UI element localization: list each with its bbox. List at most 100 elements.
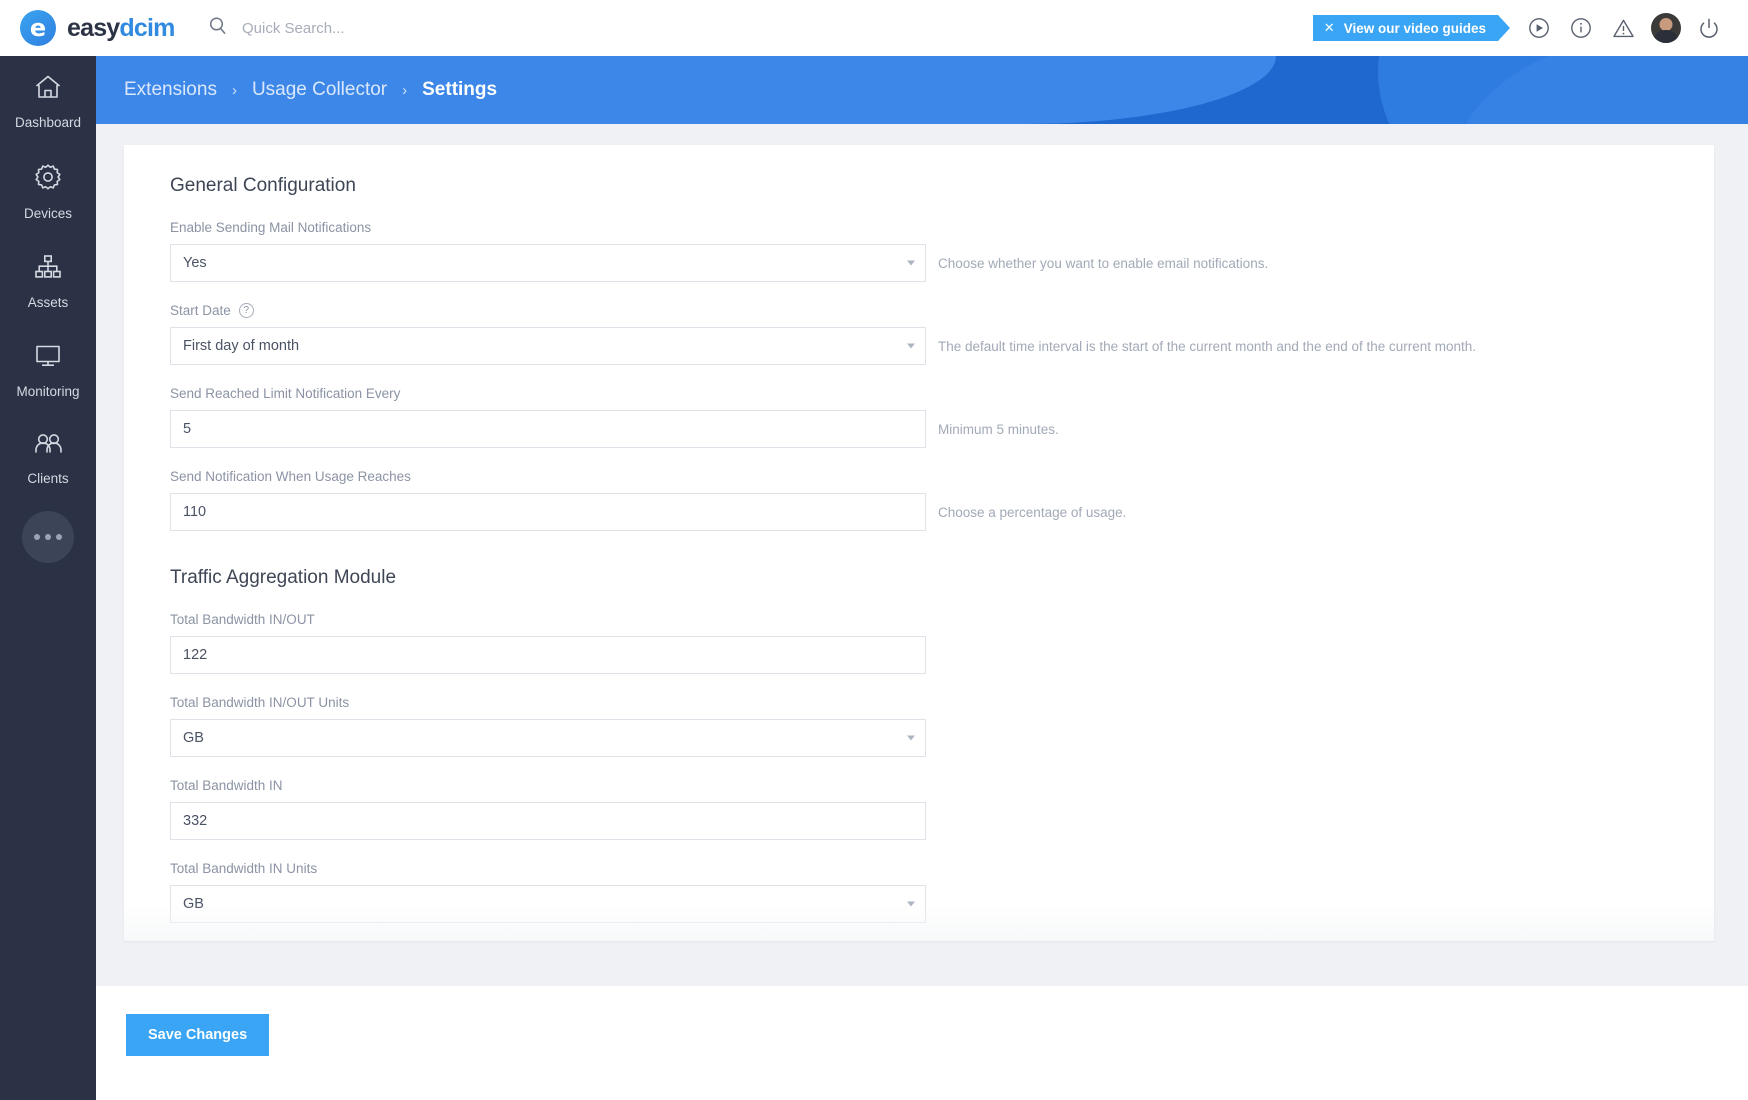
field-total-bandwidth-inout-units: Total Bandwidth IN/OUT Units GB [170, 695, 1714, 757]
field-hint: Choose a percentage of usage. [938, 504, 1127, 520]
reached-limit-interval-input[interactable]: 5 [170, 410, 926, 448]
sidebar-item-monitoring[interactable]: Monitoring [0, 325, 96, 414]
field-label: Total Bandwidth IN/OUT [170, 612, 1714, 627]
breadcrumb-item-usage-collector[interactable]: Usage Collector [252, 79, 387, 101]
field-hint: Choose whether you want to enable email … [938, 255, 1269, 271]
chevron-down-icon [907, 260, 915, 266]
video-guides-label: View our video guides [1343, 20, 1486, 36]
select-value: GB [183, 730, 204, 746]
field-label: Enable Sending Mail Notifications [170, 220, 1714, 235]
sidebar-item-label: Clients [27, 471, 69, 486]
sidebar-more-button[interactable] [22, 511, 74, 563]
settings-card: General Configuration Enable Sending Mai… [124, 145, 1714, 941]
more-dots-icon [56, 534, 62, 540]
home-icon [33, 73, 63, 106]
chevron-right-icon: › [231, 81, 237, 99]
field-label: Total Bandwidth IN/OUT Units [170, 695, 1714, 710]
field-label-text: Total Bandwidth IN/OUT Units [170, 695, 350, 710]
page-header-band: Extensions › Usage Collector › Settings [96, 56, 1748, 124]
input-value: 5 [183, 421, 192, 437]
sidebar-item-label: Dashboard [14, 115, 82, 130]
field-label-text: Send Reached Limit Notification Every [170, 386, 401, 401]
section-title-general: General Configuration [170, 175, 356, 196]
section-title-traffic-aggregation: Traffic Aggregation Module [170, 567, 397, 588]
info-circle-icon[interactable] [1560, 7, 1602, 49]
select-value: First day of month [183, 338, 300, 354]
sidebar-item-label: Assets [27, 295, 69, 310]
breadcrumb-item-settings: Settings [422, 79, 498, 100]
brand-wordmark: easydcim [67, 14, 175, 43]
help-circle-icon[interactable]: ? [238, 303, 254, 318]
top-bar-actions: ✕ View our video guides [1312, 7, 1748, 49]
sidebar-item-label: Devices [23, 206, 72, 221]
field-hint: Minimum 5 minutes. [938, 421, 1059, 437]
warning-triangle-icon[interactable] [1602, 7, 1644, 49]
field-label: Send Notification When Usage Reaches [170, 469, 1714, 484]
avatar[interactable] [1651, 13, 1681, 43]
total-bandwidth-inout-input[interactable]: 122 [170, 636, 926, 674]
total-bandwidth-in-units-select[interactable]: GB [170, 885, 926, 923]
start-date-select[interactable]: First day of month [170, 327, 926, 365]
chevron-down-icon [907, 735, 915, 741]
field-total-bandwidth-inout: Total Bandwidth IN/OUT 122 [170, 612, 1714, 674]
easydcim-logo-icon: e [20, 10, 56, 46]
video-guides-badge[interactable]: ✕ View our video guides [1312, 15, 1511, 41]
field-label-text: Total Bandwidth IN/OUT [170, 612, 315, 627]
field-usage-threshold: Send Notification When Usage Reaches 110… [170, 469, 1714, 531]
field-label-text: Start Date [170, 303, 231, 318]
breadcrumb-item-extensions[interactable]: Extensions [124, 79, 217, 101]
monitor-icon [33, 342, 63, 375]
total-bandwidth-inout-units-select[interactable]: GB [170, 719, 926, 757]
chevron-right-icon: › [402, 81, 408, 99]
sitemap-icon [33, 253, 63, 286]
field-label: Send Reached Limit Notification Every [170, 386, 1714, 401]
page-footer: Save Changes [96, 986, 1748, 1100]
field-label-text: Send Notification When Usage Reaches [170, 469, 411, 484]
sidebar-item-clients[interactable]: Clients [0, 414, 96, 501]
field-start-date: Start Date ? First day of month The defa… [170, 303, 1714, 365]
total-bandwidth-in-input[interactable]: 332 [170, 802, 926, 840]
chevron-down-icon [907, 901, 915, 907]
close-icon[interactable]: ✕ [1324, 20, 1335, 36]
input-value: 110 [183, 504, 207, 520]
field-hint: The default time interval is the start o… [938, 338, 1477, 354]
input-value: 332 [183, 813, 208, 829]
brand-logo-area[interactable]: e easydcim [0, 10, 176, 46]
search-icon[interactable] [208, 16, 228, 41]
input-value: 122 [183, 647, 208, 663]
enable-mail-notifications-select[interactable]: Yes [170, 244, 926, 282]
search-input[interactable] [242, 19, 602, 37]
field-label: Total Bandwidth IN Units [170, 861, 1714, 876]
users-icon [32, 431, 64, 462]
sidebar: Dashboard Devices Assets Monitoring Clie… [0, 56, 96, 1100]
more-dots-icon [45, 534, 51, 540]
field-total-bandwidth-in: Total Bandwidth IN 332 [170, 778, 1714, 840]
sidebar-item-label: Monitoring [16, 384, 80, 399]
more-dots-icon [34, 534, 40, 540]
field-reached-limit-interval: Send Reached Limit Notification Every 5 … [170, 386, 1714, 448]
field-label: Start Date ? [170, 303, 1714, 318]
sidebar-item-dashboard[interactable]: Dashboard [0, 56, 96, 145]
power-icon[interactable] [1688, 7, 1730, 49]
field-label-text: Total Bandwidth IN Units [170, 861, 318, 876]
field-enable-mail-notifications: Enable Sending Mail Notifications Yes Ch… [170, 220, 1714, 282]
sidebar-item-devices[interactable]: Devices [0, 145, 96, 236]
field-label-text: Enable Sending Mail Notifications [170, 220, 372, 235]
play-circle-icon[interactable] [1518, 7, 1560, 49]
quick-search[interactable] [208, 16, 602, 41]
sidebar-item-assets[interactable]: Assets [0, 236, 96, 325]
chevron-down-icon [907, 343, 915, 349]
field-total-bandwidth-in-units: Total Bandwidth IN Units GB [170, 861, 1714, 923]
field-label-text: Total Bandwidth IN [170, 778, 283, 793]
field-label: Total Bandwidth IN [170, 778, 1714, 793]
breadcrumb: Extensions › Usage Collector › Settings [96, 56, 1748, 124]
save-changes-button[interactable]: Save Changes [126, 1014, 270, 1056]
top-bar: e easydcim ✕ View our video guides [0, 0, 1748, 56]
page-content: General Configuration Enable Sending Mai… [96, 124, 1748, 1100]
brand-easy-text: easy [67, 13, 120, 42]
usage-threshold-input[interactable]: 110 [170, 493, 926, 531]
gear-icon [33, 162, 63, 197]
select-value: GB [183, 896, 204, 912]
brand-dcim-text: dcim [119, 13, 175, 42]
select-value: Yes [183, 255, 207, 271]
